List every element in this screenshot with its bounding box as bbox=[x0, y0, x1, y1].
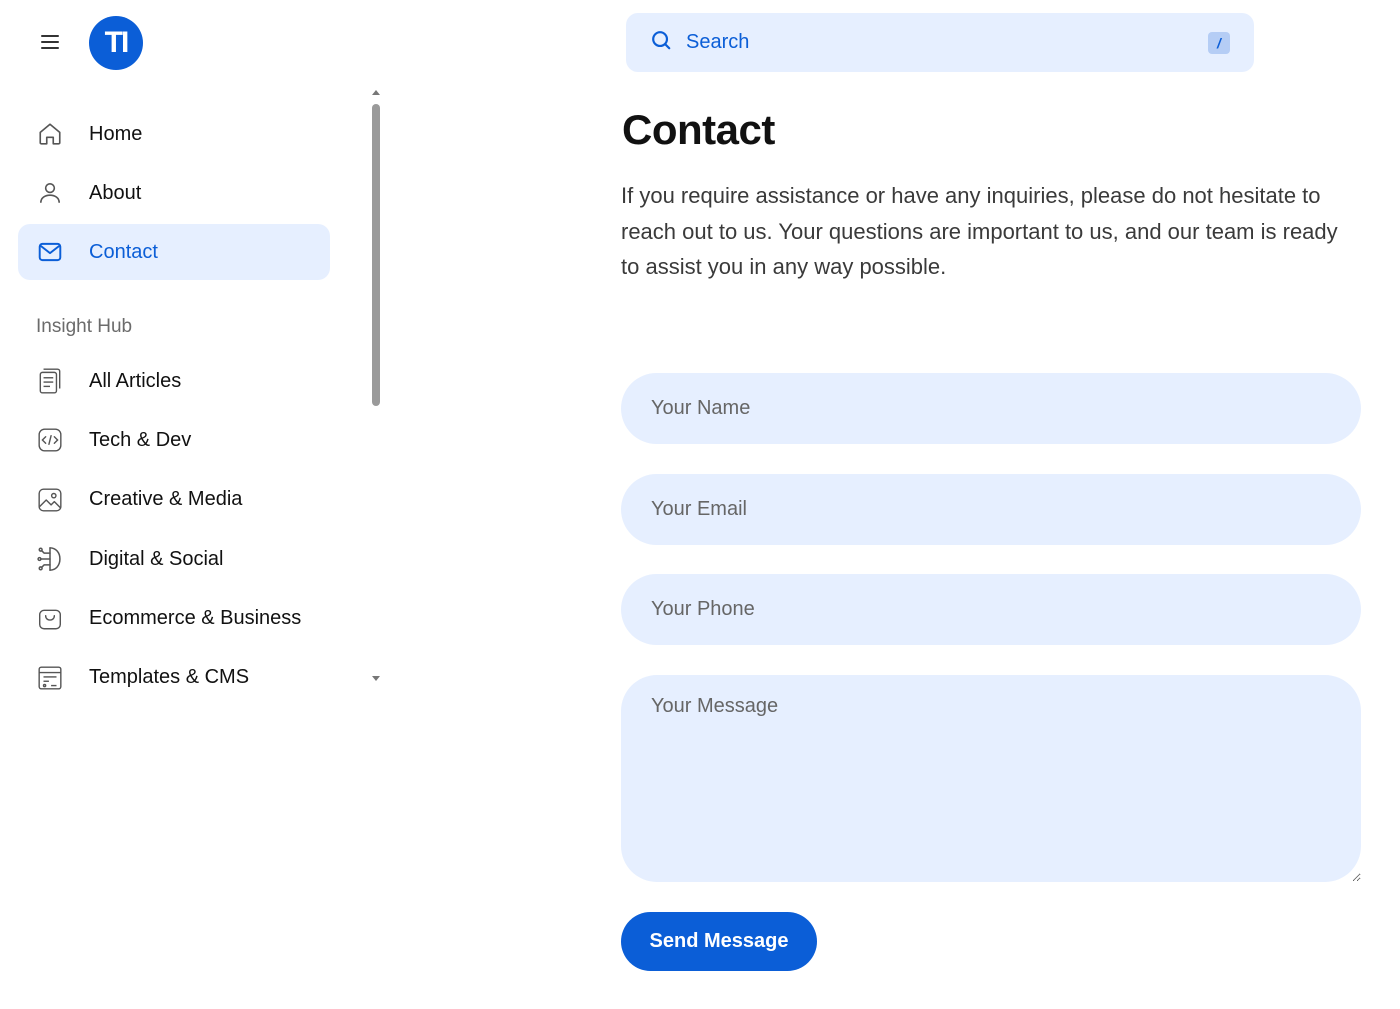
phone-field[interactable] bbox=[621, 574, 1361, 645]
user-icon bbox=[36, 179, 64, 207]
network-icon bbox=[36, 545, 64, 573]
insight-hub-nav: All Articles Tech & Dev Creative & Media… bbox=[18, 353, 330, 709]
main-nav: Home About Contact bbox=[18, 106, 330, 283]
mail-icon bbox=[36, 238, 64, 266]
nav-item-digital-social[interactable]: Digital & Social bbox=[18, 531, 330, 587]
scroll-up-arrow-icon[interactable] bbox=[372, 90, 380, 95]
nav-item-about[interactable]: About bbox=[18, 165, 330, 221]
message-field[interactable] bbox=[621, 675, 1361, 882]
search-bar[interactable]: Search / bbox=[626, 13, 1254, 72]
nav-item-label: Tech & Dev bbox=[89, 428, 192, 451]
nav-item-label: Creative & Media bbox=[89, 488, 243, 511]
site-logo[interactable]: TI bbox=[89, 16, 143, 70]
nav-item-label: Ecommerce & Business bbox=[89, 607, 302, 630]
nav-item-tech-dev[interactable]: Tech & Dev bbox=[18, 412, 330, 468]
nav-item-all-articles[interactable]: All Articles bbox=[18, 353, 330, 409]
send-message-button[interactable]: Send Message bbox=[621, 912, 817, 971]
page-description: If you require assistance or have any in… bbox=[621, 183, 1338, 279]
image-icon bbox=[36, 486, 64, 514]
sidebar: TI Home About Contact Insight Hub All Ar… bbox=[0, 0, 390, 1009]
sidebar-scrollbar[interactable] bbox=[369, 88, 383, 688]
search-label: Search bbox=[686, 31, 750, 53]
template-icon bbox=[36, 664, 64, 692]
insight-hub-heading: Insight Hub bbox=[36, 316, 133, 337]
nav-item-home[interactable]: Home bbox=[18, 106, 330, 162]
scrollbar-thumb[interactable] bbox=[372, 104, 380, 406]
bag-icon bbox=[36, 605, 64, 633]
search-icon bbox=[650, 29, 672, 56]
nav-item-label: Home bbox=[89, 122, 143, 145]
nav-item-label: Digital & Social bbox=[89, 547, 224, 570]
code-icon bbox=[36, 426, 64, 454]
scroll-down-arrow-icon[interactable] bbox=[372, 676, 380, 681]
nav-item-label: Templates & CMS bbox=[89, 666, 250, 689]
page-title: Contact bbox=[622, 106, 775, 153]
hamburger-menu-icon[interactable] bbox=[38, 30, 62, 54]
nav-item-label: About bbox=[89, 181, 142, 204]
search-shortcut-badge: / bbox=[1208, 32, 1230, 54]
home-icon bbox=[36, 120, 64, 148]
nav-item-creative-media[interactable]: Creative & Media bbox=[18, 472, 330, 528]
nav-item-contact[interactable]: Contact bbox=[18, 224, 330, 280]
nav-item-label: Contact bbox=[89, 240, 158, 263]
nav-item-ecommerce-business[interactable]: Ecommerce & Business bbox=[18, 591, 330, 647]
articles-icon bbox=[36, 367, 64, 395]
name-field[interactable] bbox=[621, 373, 1361, 444]
nav-item-label: All Articles bbox=[89, 369, 182, 392]
email-field[interactable] bbox=[621, 474, 1361, 545]
nav-item-templates-cms[interactable]: Templates & CMS bbox=[18, 650, 330, 706]
